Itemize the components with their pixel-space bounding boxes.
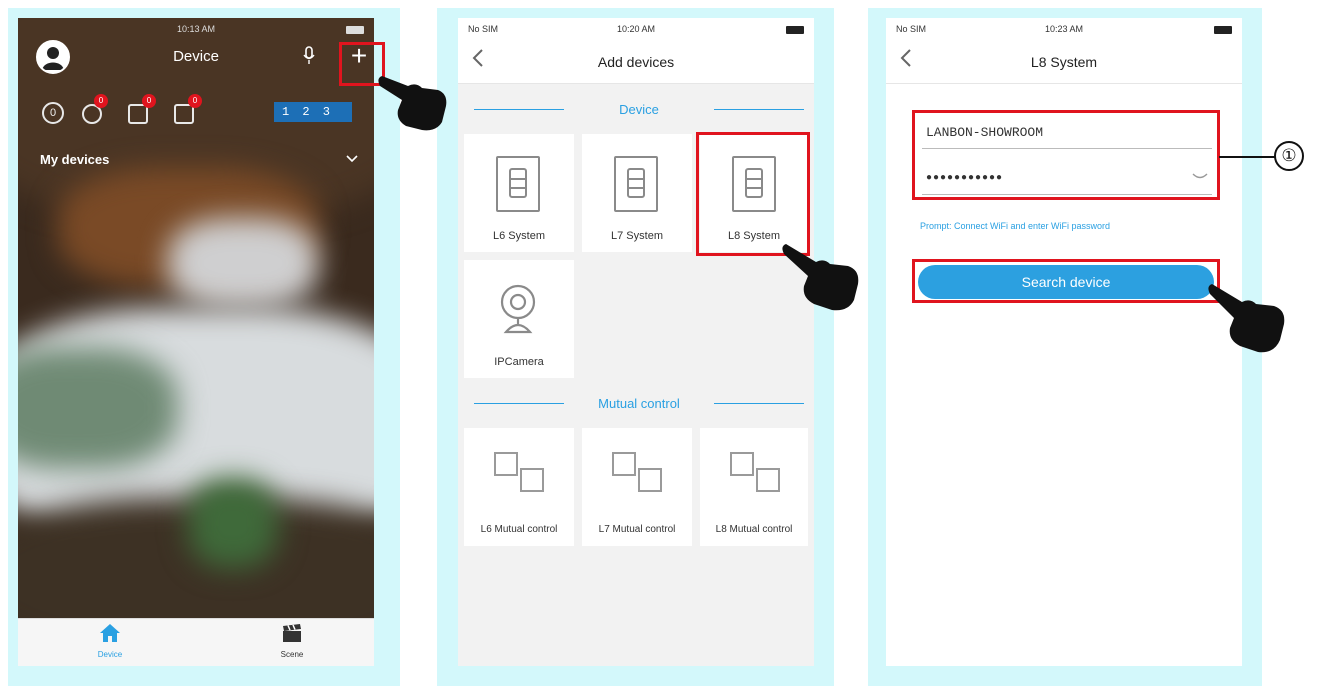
clapperboard-icon xyxy=(283,624,301,642)
expand-button[interactable] xyxy=(346,150,358,166)
section-mutual-control: Mutual control xyxy=(474,394,804,414)
status-badge: 0 xyxy=(188,94,202,108)
device-card-l7[interactable]: L7 System xyxy=(582,134,692,252)
digital-display: 1 2 3 xyxy=(274,102,352,122)
tab-scene-label: Scene xyxy=(280,650,304,659)
mutual-card-l6[interactable]: L6 Mutual control xyxy=(464,428,574,546)
callout-number: ① xyxy=(1274,141,1304,171)
mutual-card-label: L6 Mutual control xyxy=(480,524,558,535)
status-time: 10:20 AM xyxy=(616,24,656,34)
page-title: Device xyxy=(173,48,219,65)
status-bar: 10:13 AM xyxy=(18,18,374,40)
tutorial-stage: 10:13 AM Device + 0 0 0 0 1 2 3 My devic… xyxy=(0,0,1317,686)
section-device-label: Device xyxy=(619,102,659,117)
callout-line xyxy=(1219,156,1275,158)
home-icon xyxy=(100,624,120,642)
status-time: 10:13 AM xyxy=(176,24,216,34)
my-devices-label: My devices xyxy=(40,152,110,167)
mutual-card-label: L8 Mutual control xyxy=(715,524,793,535)
mutual-control-icon xyxy=(726,450,786,494)
highlight-wifi-fields xyxy=(912,110,1220,200)
wifi-hint-text: Prompt: Connect WiFi and enter WiFi pass… xyxy=(920,221,1111,231)
page-title: L8 System xyxy=(1030,54,1098,70)
nav-bar: L8 System xyxy=(886,40,1242,84)
battery-icon xyxy=(1214,26,1232,34)
background-pillow xyxy=(168,218,318,308)
mutual-control-icon xyxy=(490,450,550,494)
mutual-card-l8[interactable]: L8 Mutual control xyxy=(700,428,808,546)
power-icon: 0 xyxy=(42,102,64,124)
pointing-hand-icon xyxy=(1208,284,1285,353)
phone-screen-add-devices: No SIM 10:20 AM Add devices Device L6 Sy… xyxy=(458,18,814,666)
pointing-hand-icon xyxy=(378,76,447,131)
tab-scene[interactable]: Scene xyxy=(262,623,322,659)
section-mutual-label: Mutual control xyxy=(598,396,680,411)
tab-device-label: Device xyxy=(97,650,123,659)
mutual-card-l7[interactable]: L7 Mutual control xyxy=(582,428,692,546)
chevron-down-icon xyxy=(346,155,358,163)
pointing-hand-icon xyxy=(782,244,859,311)
microphone-icon xyxy=(303,46,315,64)
tab-device[interactable]: Device xyxy=(80,623,140,659)
background-blanket xyxy=(18,348,178,468)
microphone-button[interactable] xyxy=(302,46,316,71)
panel-icon xyxy=(614,156,658,212)
device-card-label: L6 System xyxy=(493,230,545,242)
device-card-l6[interactable]: L6 System xyxy=(464,134,574,252)
device-card-label: L7 System xyxy=(611,230,663,242)
phone-screen-home: 10:13 AM Device + 0 0 0 0 1 2 3 My devic… xyxy=(18,18,374,666)
mutual-card-label: L7 Mutual control xyxy=(598,524,676,535)
device-card-label: IPCamera xyxy=(494,356,544,368)
status-time: 10:23 AM xyxy=(1044,24,1084,34)
highlight-search-button xyxy=(912,259,1220,303)
mutual-control-icon xyxy=(608,450,668,494)
tab-bar: Device Scene xyxy=(18,618,374,666)
section-device: Device xyxy=(474,100,804,120)
status-bar: No SIM 10:20 AM xyxy=(458,18,814,40)
camera-icon xyxy=(500,284,536,334)
page-title: Add devices xyxy=(597,54,675,70)
status-badge: 0 xyxy=(142,94,156,108)
device-card-ipcamera[interactable]: IPCamera xyxy=(464,260,574,378)
panel-icon xyxy=(496,156,540,212)
status-badge: 0 xyxy=(94,94,108,108)
battery-icon xyxy=(786,26,804,34)
status-bar: No SIM 10:23 AM xyxy=(886,18,1242,40)
background-plant xyxy=(188,478,278,568)
battery-icon xyxy=(346,26,364,34)
nav-bar: Add devices xyxy=(458,40,814,84)
